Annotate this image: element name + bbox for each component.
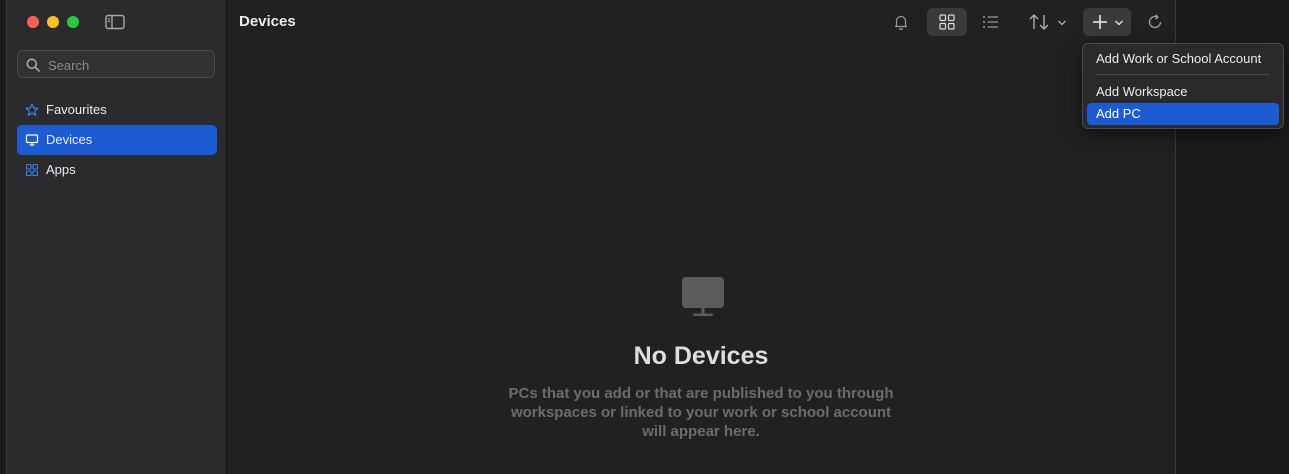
menu-item-label: Add Workspace [1096,84,1188,99]
menu-item-add-workspace[interactable]: Add Workspace [1087,81,1279,103]
grid-view-icon [939,14,955,30]
list-view-icon [983,16,998,28]
monitor-icon [25,134,39,146]
sidebar-item-label: Apps [46,162,76,177]
close-window-button[interactable] [27,16,39,28]
sidebar-item-favourites[interactable]: Favourites [17,95,217,125]
refresh-icon [1148,14,1162,29]
sidebar: Favourites Devices Apps [7,0,227,474]
menu-item-label: Add Work or School Account [1096,51,1262,66]
refresh-button[interactable] [1141,8,1169,36]
notifications-button[interactable] [887,8,915,36]
search-field[interactable] [17,50,215,78]
chevron-down-icon [1115,20,1123,26]
main-content: Devices No Devices PCs that you add or t… [227,0,1175,474]
menu-separator [1096,74,1270,75]
star-icon [25,103,39,116]
sidebar-item-devices[interactable]: Devices [17,125,217,155]
search-icon [26,58,40,72]
monitor-icon [682,277,724,316]
search-input[interactable] [46,55,210,75]
apps-grid-icon [25,163,39,177]
add-icon [1093,15,1107,29]
bell-icon [894,15,908,30]
add-menu: Add Work or School Account Add Workspace… [1082,43,1284,129]
app-window: Favourites Devices Apps Devices [6,0,1176,474]
empty-state-title: No Devices [633,342,769,370]
sort-icon [1029,14,1049,30]
add-button[interactable] [1083,8,1131,36]
page-title: Devices [239,13,296,30]
sidebar-item-label: Favourites [46,102,107,117]
sidebar-item-label: Devices [46,132,93,147]
sort-button[interactable] [1025,8,1071,36]
chevron-down-icon [1058,20,1066,26]
sidebar-item-apps[interactable]: Apps [17,155,217,185]
grid-view-button[interactable] [927,8,967,36]
sidebar-toggle-icon[interactable] [105,14,125,30]
menu-item-add-work-or-school-account[interactable]: Add Work or School Account [1087,48,1279,70]
empty-state-description: PCs that you add or that are published t… [508,385,894,440]
menu-item-label: Add PC [1096,106,1141,121]
maximize-window-button[interactable] [67,16,79,28]
menu-item-add-pc[interactable]: Add PC [1087,103,1279,125]
minimize-window-button[interactable] [47,16,59,28]
list-view-button[interactable] [975,8,1007,36]
